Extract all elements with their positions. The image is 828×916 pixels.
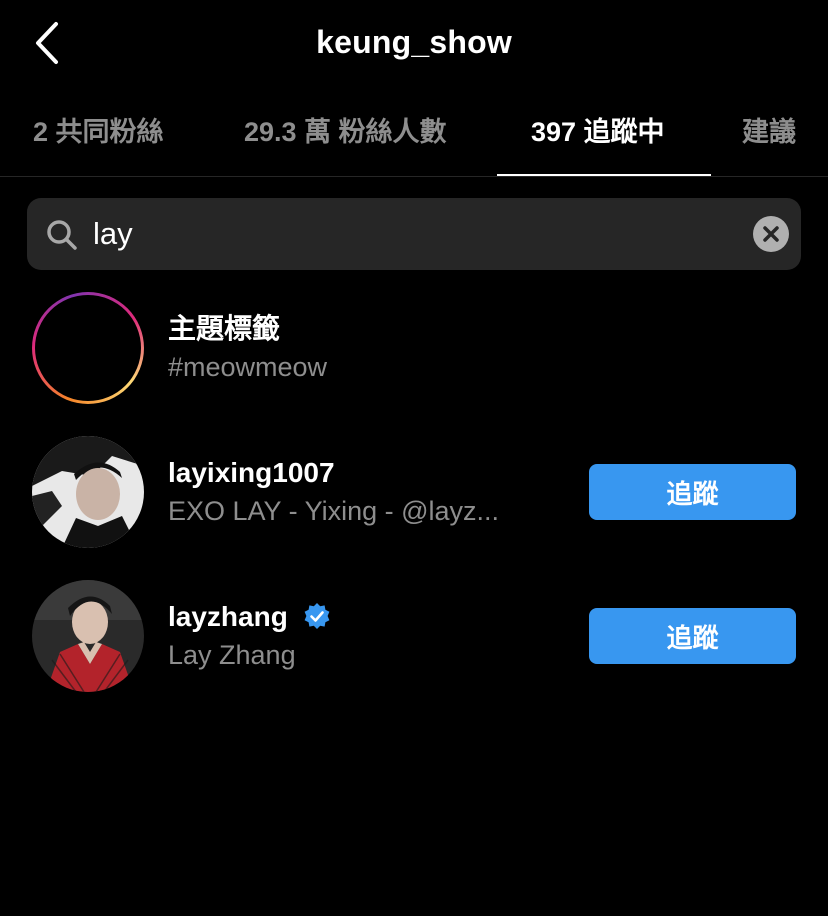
avatar[interactable] [32, 580, 144, 692]
hashtag-avatar [32, 292, 144, 404]
tab-following[interactable]: 397 追蹤中 [531, 92, 665, 176]
tab-mutual-followers[interactable]: 2 共同粉絲 [33, 92, 164, 176]
header: keung_show [0, 0, 828, 90]
tab-suggestions[interactable]: 建議 [742, 92, 796, 176]
user-text: layixing1007 EXO LAY - Yixing - @layz... [168, 454, 568, 530]
page-title: keung_show [316, 24, 512, 60]
tab-bar: 2 共同粉絲 29.3 萬 粉絲人數 397 追蹤中 建議 [0, 92, 828, 177]
result-title: 主題標籤 [168, 313, 281, 344]
search-icon [47, 220, 77, 250]
hashtag-icon [63, 315, 113, 381]
clear-search-button[interactable] [753, 216, 789, 252]
user-text: layzhang Lay Zhang [168, 598, 568, 674]
username: layixing1007 [168, 457, 335, 488]
verified-badge-icon [304, 602, 329, 629]
user-fullname: Lay Zhang [168, 640, 296, 670]
follow-button[interactable]: 追蹤 [589, 608, 796, 664]
username-row: layzhang [168, 598, 568, 636]
tab-followers[interactable]: 29.3 萬 粉絲人數 [244, 92, 447, 176]
search-bar[interactable] [27, 198, 801, 270]
list-item-user[interactable]: layzhang Lay Zhang 追蹤 [0, 580, 828, 692]
search-input[interactable] [93, 206, 733, 262]
user-fullname: EXO LAY - Yixing - @layz... [168, 496, 500, 526]
active-tab-indicator [497, 174, 711, 176]
profile-photo [32, 436, 144, 548]
clear-icon [763, 226, 779, 242]
avatar[interactable] [32, 436, 144, 548]
result-subtitle: #meowmeow [168, 352, 328, 382]
list-item-user[interactable]: layixing1007 EXO LAY - Yixing - @layz...… [0, 436, 828, 548]
username: layzhang [168, 601, 288, 632]
hashtag-text: 主題標籤 #meowmeow [168, 310, 568, 386]
list-item-hashtag[interactable]: 主題標籤 #meowmeow [0, 292, 828, 404]
profile-photo [32, 580, 144, 692]
follow-button[interactable]: 追蹤 [589, 464, 796, 520]
